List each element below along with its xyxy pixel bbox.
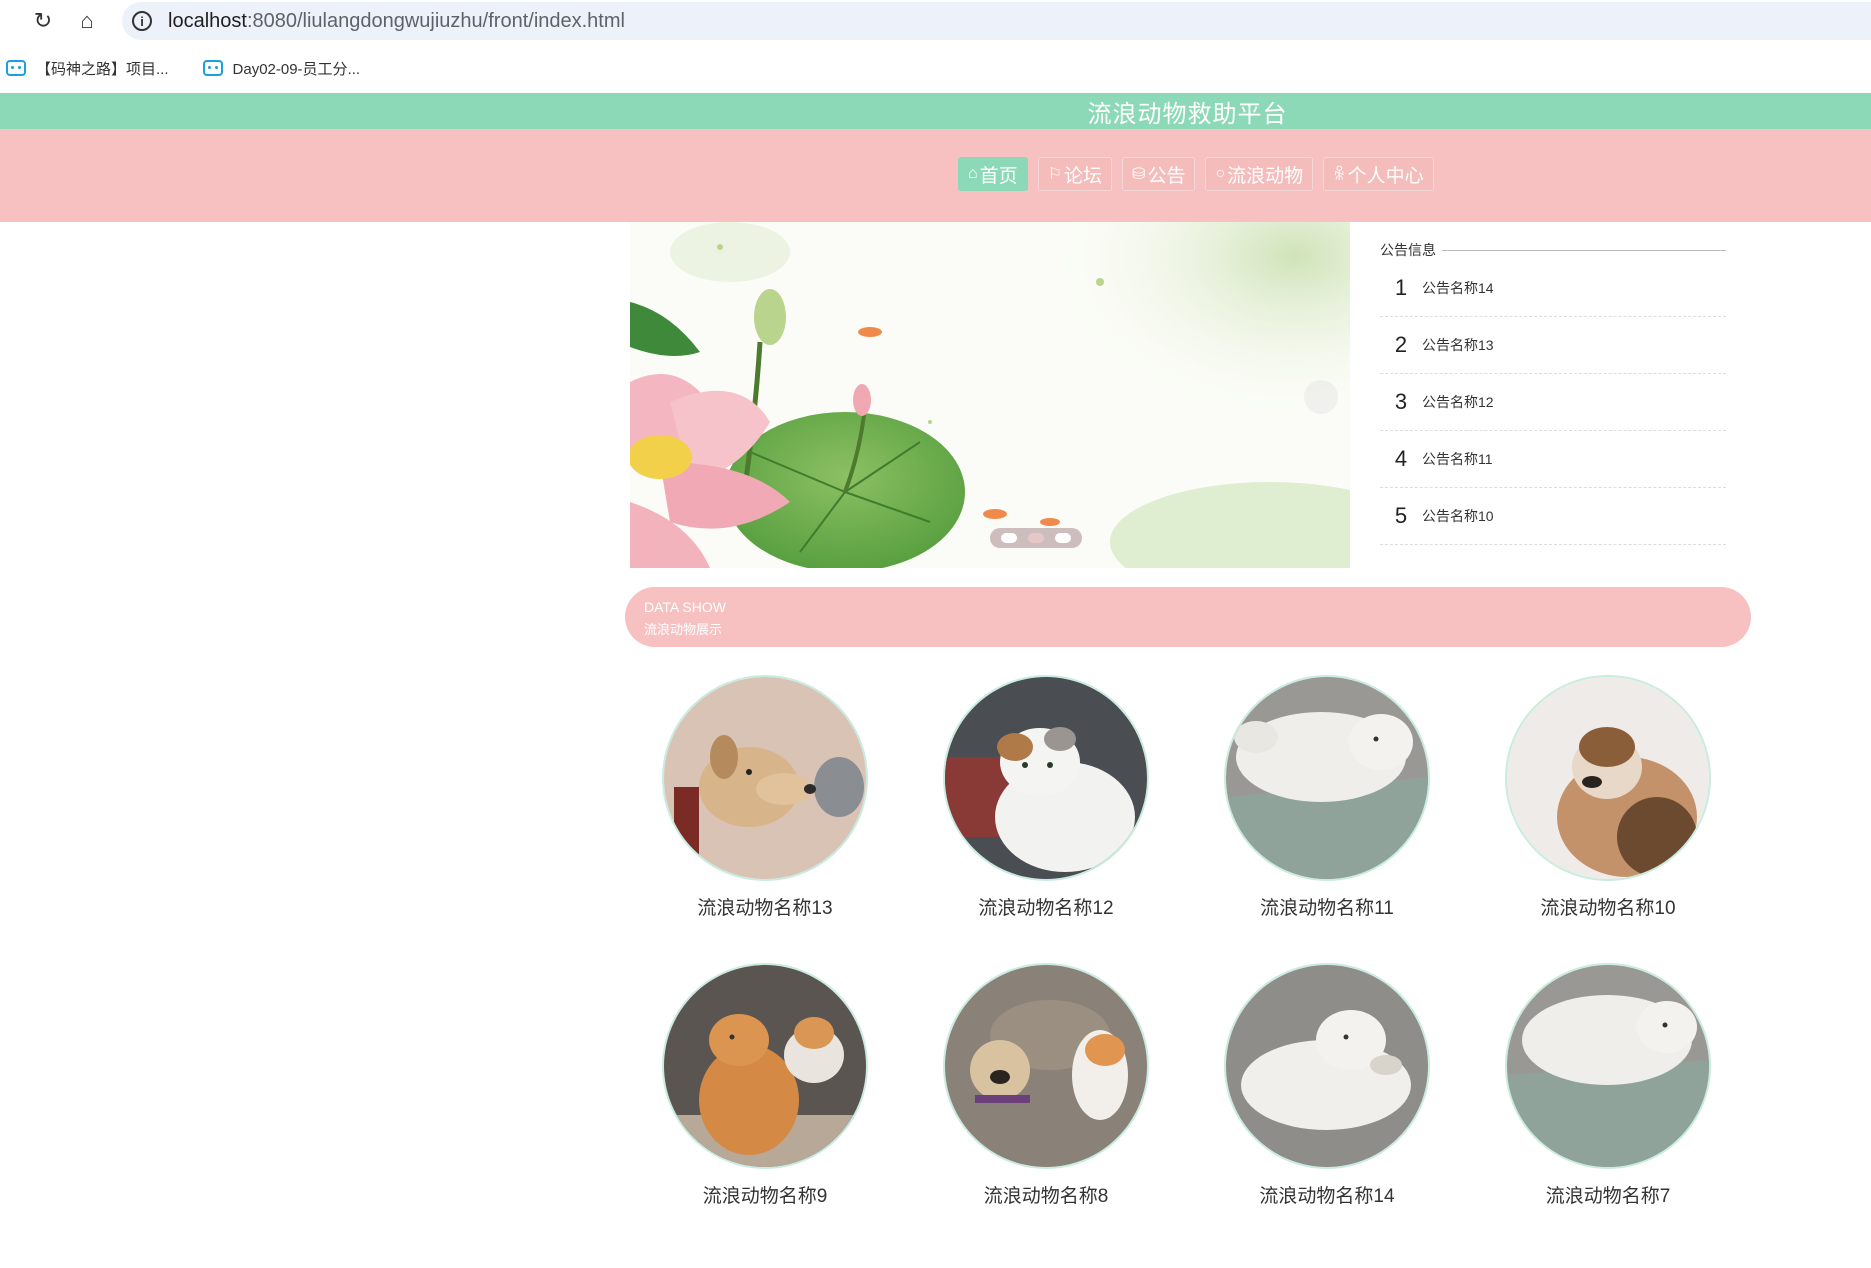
animal-photo — [1505, 963, 1711, 1169]
carousel-indicators — [990, 528, 1082, 548]
nav-animals[interactable]: ○ 流浪动物 — [1205, 157, 1314, 191]
data-show-header: DATA SHOW 流浪动物展示 — [625, 587, 1751, 647]
bookmark-1[interactable]: 【码神之路】项目... — [6, 58, 169, 79]
notice-icon: ⛁ — [1132, 166, 1146, 183]
notice-header: 公告信息 — [1380, 240, 1726, 260]
bilibili-icon — [6, 60, 26, 76]
browser-toolbar: ↻ ⌂ i localhost:8080/liulangdongwujiuzhu… — [0, 0, 1871, 42]
animal-card[interactable]: 流浪动物名称11 — [1207, 675, 1447, 920]
nav-notice[interactable]: ⛁ 公告 — [1122, 157, 1196, 191]
notice-item[interactable]: 4 公告名称11 — [1380, 431, 1726, 488]
url-text[interactable]: localhost:8080/liulangdongwujiuzhu/front… — [168, 10, 625, 33]
animal-card[interactable]: 流浪动物名称14 — [1207, 963, 1447, 1208]
notice-item[interactable]: 1 公告名称14 — [1380, 260, 1726, 317]
animal-photo — [1224, 963, 1430, 1169]
bookmarks-bar: 【码神之路】项目... Day02-09-员工分... — [0, 50, 1871, 86]
carousel-dot-1[interactable] — [1001, 533, 1018, 543]
flag-icon: ⚐ — [1047, 166, 1063, 183]
banner-carousel[interactable] — [630, 222, 1350, 568]
carousel-next-arrow[interactable] — [1304, 380, 1338, 414]
bilibili-icon — [202, 60, 223, 76]
nav-profile[interactable]: ꆜ 个人中心 — [1323, 157, 1434, 191]
animal-photo — [1505, 675, 1711, 881]
animal-photo — [943, 963, 1149, 1169]
site-info-icon[interactable]: i — [132, 11, 152, 31]
notice-item[interactable]: 5 公告名称10 — [1380, 488, 1726, 545]
animal-card[interactable]: 流浪动物名称10 — [1488, 675, 1728, 920]
nav-home[interactable]: ⌂ 首页 — [958, 157, 1028, 191]
animal-card[interactable]: 流浪动物名称9 — [645, 963, 885, 1208]
carousel-dot-2[interactable] — [1027, 533, 1044, 543]
animal-card[interactable]: 流浪动物名称12 — [926, 675, 1166, 920]
home-icon[interactable]: ⌂ — [72, 6, 102, 36]
animal-photo — [943, 675, 1149, 881]
lotus-banner-image — [630, 222, 1350, 568]
animal-photo — [662, 675, 868, 881]
animal-card[interactable]: 流浪动物名称7 — [1488, 963, 1728, 1208]
main-nav-bar: ⌂ 首页 ⚐ 论坛 ⛁ 公告 ○ 流浪动物 ꆜ 个人中心 — [0, 129, 1871, 222]
address-bar[interactable]: i localhost:8080/liulangdongwujiuzhu/fro… — [122, 2, 1871, 40]
site-title: 流浪动物救助平台 — [1087, 100, 1288, 128]
user-icon: ꆜ — [1333, 167, 1346, 184]
nav-forum[interactable]: ⚐ 论坛 — [1037, 157, 1113, 191]
animal-photo — [1224, 675, 1430, 881]
site-title-bar: 流浪动物救助平台 — [0, 93, 1871, 129]
bookmark-2[interactable]: Day02-09-员工分... — [202, 58, 360, 79]
notice-panel: 公告信息 1 公告名称14 2 公告名称13 3 公告名称12 4 公告名称11… — [1380, 240, 1726, 545]
notice-item[interactable]: 2 公告名称13 — [1380, 317, 1726, 374]
carousel-dot-3[interactable] — [1054, 533, 1071, 543]
animal-photo — [662, 963, 868, 1169]
animal-card[interactable]: 流浪动物名称8 — [926, 963, 1166, 1208]
divider — [1442, 249, 1726, 251]
reload-icon[interactable]: ↻ — [28, 6, 58, 36]
animal-card[interactable]: 流浪动物名称13 — [645, 675, 885, 920]
home-icon: ⌂ — [968, 165, 978, 182]
notice-item[interactable]: 3 公告名称12 — [1380, 374, 1726, 431]
circle-icon: ○ — [1215, 165, 1226, 182]
